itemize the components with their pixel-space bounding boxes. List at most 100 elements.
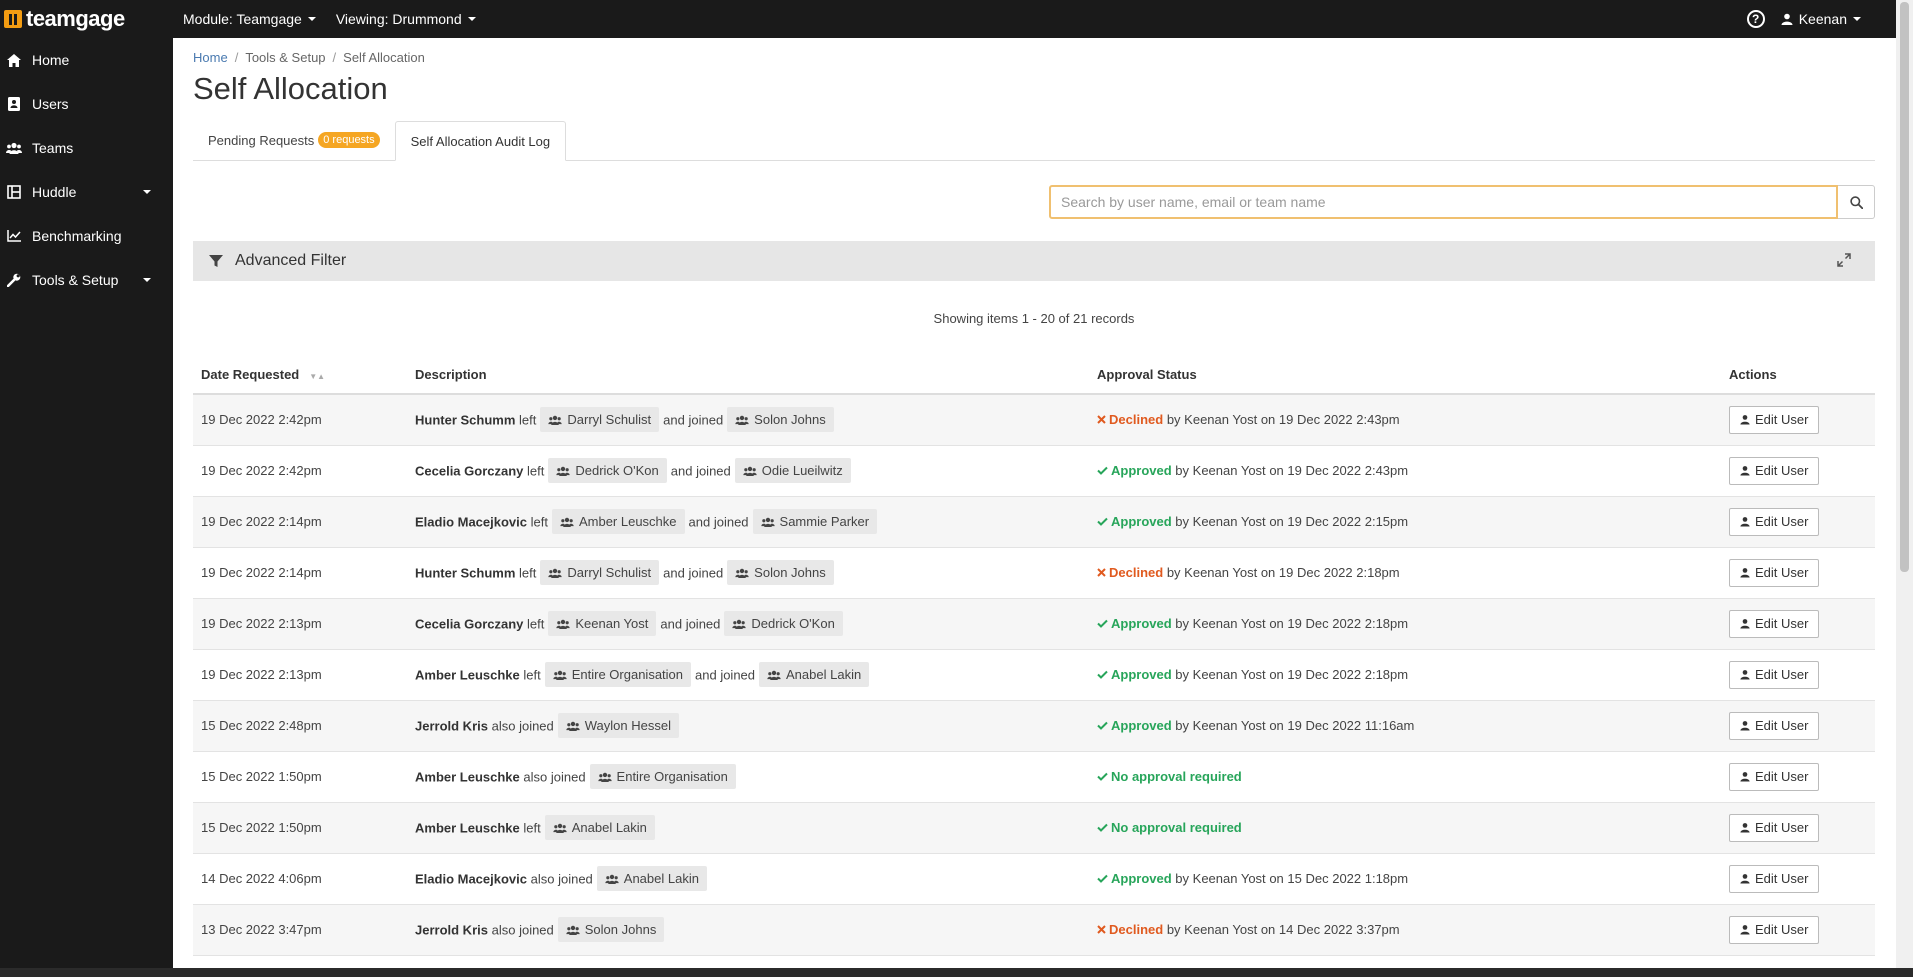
status-label: Approved xyxy=(1111,616,1172,631)
audit-log-table: Date Requested ▼▲ Description Approval St… xyxy=(193,356,1875,956)
table-row: 15 Dec 2022 1:50pm Amber Leuschke left Ana… xyxy=(193,802,1875,854)
team-name: Solon Johns xyxy=(754,412,826,428)
caret-down-icon xyxy=(467,17,476,21)
table-row: 19 Dec 2022 2:14pm Eladio Macejkovic left… xyxy=(193,496,1875,548)
user-icon xyxy=(1740,772,1750,782)
users-icon xyxy=(597,772,612,782)
edit-user-button[interactable]: Edit User xyxy=(1729,915,1820,944)
word-also-joined: also joined xyxy=(530,871,593,887)
breadcrumb-home[interactable]: Home xyxy=(193,50,228,65)
edit-user-label: Edit User xyxy=(1755,667,1809,682)
edit-user-button[interactable]: Edit User xyxy=(1729,762,1820,791)
users-icon xyxy=(767,670,781,680)
cell-status: Approved by Keenan Yost on 19 Dec 2022 2… xyxy=(1089,496,1721,548)
edit-user-button[interactable]: Edit User xyxy=(1729,864,1820,893)
brand-logo[interactable]: teamgage xyxy=(0,6,183,32)
cell-description: Amber Leuschke also joined Entire Organis… xyxy=(407,751,1089,803)
users-icon xyxy=(548,568,563,578)
word-also-joined: also joined xyxy=(491,922,554,938)
records-summary: Showing items 1 - 20 of 21 records xyxy=(933,311,1135,326)
search-input[interactable] xyxy=(1049,185,1838,219)
column-header-actions: Actions xyxy=(1721,356,1875,395)
users-icon xyxy=(548,415,563,425)
cell-actions: Edit User xyxy=(1721,496,1875,548)
scrollbar-thumb[interactable] xyxy=(1900,2,1909,572)
team-name: Dedrick O'Kon xyxy=(751,616,835,631)
caret-down-icon xyxy=(1853,17,1861,21)
check-icon xyxy=(1097,871,1108,886)
word-left: left xyxy=(523,820,541,836)
header-date-label: Date Requested xyxy=(201,367,300,382)
edit-user-button[interactable]: Edit User xyxy=(1729,660,1820,689)
user-menu[interactable]: Keenan xyxy=(1781,11,1861,27)
edit-user-button[interactable]: Edit User xyxy=(1729,456,1820,485)
cell-date: 19 Dec 2022 2:14pm xyxy=(193,547,407,599)
module-dropdown[interactable]: Module: Teamgage xyxy=(183,11,316,27)
search-button[interactable] xyxy=(1838,185,1875,219)
cell-actions: Edit User xyxy=(1721,853,1875,905)
cell-actions: Edit User xyxy=(1721,547,1875,599)
column-header-date[interactable]: Date Requested ▼▲ xyxy=(193,356,407,395)
user-icon xyxy=(1740,466,1750,476)
word-by: by xyxy=(1175,463,1190,478)
user-icon xyxy=(1740,721,1750,731)
edit-user-button[interactable]: Edit User xyxy=(1729,405,1820,434)
sidebar-item-teams[interactable]: Teams xyxy=(0,126,173,170)
sidebar-item-benchmarking[interactable]: Benchmarking xyxy=(0,214,173,258)
edit-user-button[interactable]: Edit User xyxy=(1729,711,1820,740)
status-label: Approved xyxy=(1111,871,1172,886)
user-icon xyxy=(1740,670,1750,680)
table-body: 19 Dec 2022 2:42pm Hunter Schumm left Darr… xyxy=(193,394,1875,956)
tab-bar: Pending Requests 0 requests Self Allocat… xyxy=(193,121,1875,161)
edit-user-button[interactable]: Edit User xyxy=(1729,813,1820,842)
tab-audit-log[interactable]: Self Allocation Audit Log xyxy=(394,121,567,161)
cell-date: 15 Dec 2022 2:48pm xyxy=(193,700,407,752)
tab-pending-requests[interactable]: Pending Requests 0 requests xyxy=(193,120,395,160)
word-on: on xyxy=(1269,616,1284,631)
table-row: 19 Dec 2022 2:13pm Amber Leuschke left Ent… xyxy=(193,649,1875,701)
word-left: left xyxy=(530,514,548,530)
table-row: 19 Dec 2022 2:13pm Cecelia Gorczany left K… xyxy=(193,598,1875,650)
sidebar-item-label: Benchmarking xyxy=(32,228,122,244)
edit-user-button[interactable]: Edit User xyxy=(1729,507,1820,536)
help-icon[interactable]: ? xyxy=(1746,10,1765,28)
team-chip: Keenan Yost xyxy=(548,611,657,636)
advanced-filter-bar[interactable]: Advanced Filter xyxy=(193,241,1875,281)
sidebar-item-home[interactable]: Home xyxy=(0,38,173,82)
sidebar-item-tools-setup[interactable]: Tools & Setup xyxy=(0,258,173,302)
edit-user-button[interactable]: Edit User xyxy=(1729,558,1820,587)
approval-date: 19 Dec 2022 2:18pm xyxy=(1287,667,1409,682)
approver-name: Keenan Yost xyxy=(1192,718,1266,733)
cell-description: Jerrold Kris also joined Waylon Hessel xyxy=(407,700,1089,752)
table-row: 19 Dec 2022 2:14pm Hunter Schumm left Darr… xyxy=(193,547,1875,599)
word-and-joined: and joined xyxy=(670,463,731,479)
cell-actions: Edit User xyxy=(1721,649,1875,701)
expand-icon[interactable] xyxy=(1837,253,1851,272)
breadcrumb-separator: / xyxy=(234,50,239,65)
user-name: Keenan xyxy=(1798,11,1847,27)
check-icon xyxy=(1097,463,1108,478)
approver-name: Keenan Yost xyxy=(1192,514,1266,529)
team-name: Amber Leuschke xyxy=(578,514,677,529)
word-left: left xyxy=(523,667,541,683)
team-name: Waylon Hessel xyxy=(584,718,671,733)
home-icon xyxy=(6,52,22,68)
word-left: left xyxy=(527,616,545,632)
status-label: Declined xyxy=(1109,412,1164,428)
edit-user-button[interactable]: Edit User xyxy=(1729,609,1820,638)
viewing-dropdown[interactable]: Viewing: Drummond xyxy=(336,11,476,27)
status-label: Approved xyxy=(1111,463,1172,478)
status-label: Approved xyxy=(1111,667,1172,682)
cell-status: Approved by Keenan Yost on 15 Dec 2022 1… xyxy=(1089,853,1721,905)
cell-date: 19 Dec 2022 2:42pm xyxy=(193,394,407,446)
team-chip: Waylon Hessel xyxy=(557,713,679,738)
status-label: Declined xyxy=(1109,922,1164,937)
team-chip: Anabel Lakin xyxy=(596,866,707,891)
sidebar-item-huddle[interactable]: Huddle xyxy=(0,170,173,214)
approval-date: 15 Dec 2022 1:18pm xyxy=(1287,871,1409,886)
page-scrollbar[interactable] xyxy=(1896,0,1913,968)
users-icon xyxy=(553,823,567,833)
approver-name: Keenan Yost xyxy=(1192,667,1266,682)
sidebar-item-users[interactable]: Users xyxy=(0,82,173,126)
cross-icon xyxy=(1097,922,1106,937)
